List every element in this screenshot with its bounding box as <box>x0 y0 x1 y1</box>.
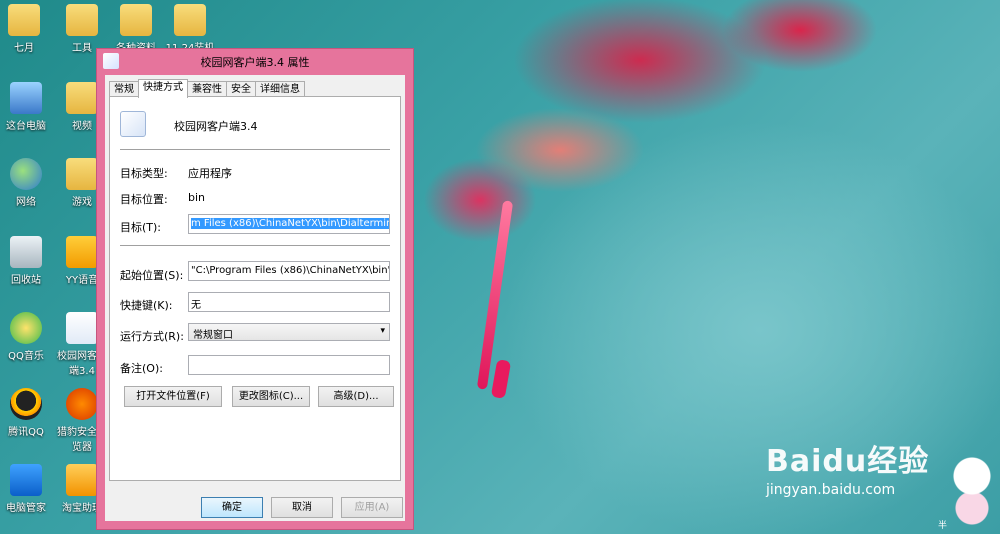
desktop-icon-label: 七月 <box>14 43 34 54</box>
leopard-browser-icon <box>66 388 98 420</box>
target-field[interactable]: m Files (x86)\ChinaNetYX\bin\Dialtermina… <box>188 214 390 234</box>
desktop-icon-label: QQ音乐 <box>8 351 44 362</box>
folder-icon <box>66 158 98 190</box>
folder-icon <box>66 82 98 114</box>
chevron-down-icon: ▾ <box>380 326 385 336</box>
yy-icon <box>66 236 98 268</box>
shortcut-app-icon <box>120 111 146 137</box>
shortcut-key-field[interactable]: 无 <box>188 292 390 312</box>
baidu-watermark: Baidu经验 jingyan.baidu.com <box>766 436 929 498</box>
tab-shortcut[interactable]: 快捷方式 <box>138 79 188 98</box>
start-in-label: 起始位置(S): <box>120 269 184 282</box>
start-in-field[interactable]: "C:\Program Files (x86)\ChinaNetYX\bin" <box>188 261 390 281</box>
open-file-location-button[interactable]: 打开文件位置(F) <box>124 386 222 407</box>
folder-icon <box>174 4 206 36</box>
recycle-bin-icon <box>10 236 42 268</box>
folder-icon <box>66 4 98 36</box>
mascot-image <box>948 448 996 528</box>
desktop-icon-install[interactable]: 11.24装机 <box>162 4 218 54</box>
pc-manager-icon <box>10 464 42 496</box>
ok-button[interactable]: 确定 <box>201 497 263 518</box>
desktop-icon-label: 回收站 <box>11 275 41 286</box>
change-icon-button[interactable]: 更改图标(C)... <box>232 386 310 407</box>
desktop-icon-network[interactable]: 网络 <box>0 158 54 208</box>
desktop-icon-this-pc[interactable]: 这台电脑 <box>0 82 54 132</box>
target-label: 目标(T): <box>120 221 162 234</box>
target-location-label: 目标位置: <box>120 193 168 206</box>
baidu-logo: Baidu经验 <box>766 444 930 479</box>
folder-icon <box>120 4 152 36</box>
desktop-icon-qqmusic[interactable]: QQ音乐 <box>0 312 54 362</box>
shortcut-key-label: 快捷键(K): <box>120 299 173 312</box>
desktop-icon-qiyue[interactable]: 七月 <box>0 4 52 54</box>
separator <box>120 149 390 150</box>
target-type-label: 目标类型: <box>120 167 168 180</box>
dialog-client: 常规 快捷方式 兼容性 安全 详细信息 校园网客户端3.4 目标类型: 应用程序… <box>105 75 405 521</box>
qqmusic-icon <box>10 312 42 344</box>
properties-dialog: 校园网客户端3.4 属性 常规 快捷方式 兼容性 安全 详细信息 校园网客户端3… <box>96 48 414 530</box>
baidu-url: jingyan.baidu.com <box>766 482 896 498</box>
network-icon <box>10 158 42 190</box>
target-value: m Files (x86)\ChinaNetYX\bin\Dialtermina… <box>191 218 389 229</box>
desktop-icon-label: 腾讯QQ <box>8 427 44 438</box>
dialog-titlebar[interactable]: 校园网客户端3.4 属性 <box>97 49 413 73</box>
separator <box>120 245 390 246</box>
comment-label: 备注(O): <box>120 362 163 375</box>
desktop-icon-materials[interactable]: 各种资料 <box>108 4 164 54</box>
desktop-icon-pc-manager[interactable]: 电脑管家 <box>0 464 54 514</box>
comment-field[interactable] <box>188 355 390 375</box>
dialog-title: 校园网客户端3.4 属性 <box>200 56 310 69</box>
taobao-icon <box>66 464 98 496</box>
target-type-value: 应用程序 <box>188 167 232 180</box>
desktop-icon-label: 电脑管家 <box>6 503 46 514</box>
desktop-icon-label: 网络 <box>16 197 36 208</box>
run-select[interactable]: 常规窗口 ▾ <box>188 323 390 341</box>
desktop-icon-qq[interactable]: 腾讯QQ <box>0 388 54 438</box>
mascot-text: 半 <box>938 521 948 531</box>
desktop-icon-label: 这台电脑 <box>6 121 46 132</box>
cancel-button[interactable]: 取消 <box>271 497 333 518</box>
desktop-icon-recycle-bin[interactable]: 回收站 <box>0 236 54 286</box>
run-value: 常规窗口 <box>193 330 233 341</box>
tab-strip: 常规 快捷方式 兼容性 安全 详细信息 <box>109 79 305 98</box>
apply-button[interactable]: 应用(A) <box>341 497 403 518</box>
folder-icon <box>8 4 40 36</box>
target-location-value: bin <box>188 191 206 204</box>
computer-icon <box>10 82 42 114</box>
desktop-icon-tools[interactable]: 工具 <box>54 4 110 54</box>
qq-icon <box>10 388 42 420</box>
chinanetyx-icon <box>66 312 98 344</box>
run-label: 运行方式(R): <box>120 330 184 343</box>
advanced-button[interactable]: 高级(D)... <box>318 386 394 407</box>
shortcut-panel: 校园网客户端3.4 目标类型: 应用程序 目标位置: bin 目标(T): m … <box>109 96 401 481</box>
shortcut-name: 校园网客户端3.4 <box>174 120 258 133</box>
